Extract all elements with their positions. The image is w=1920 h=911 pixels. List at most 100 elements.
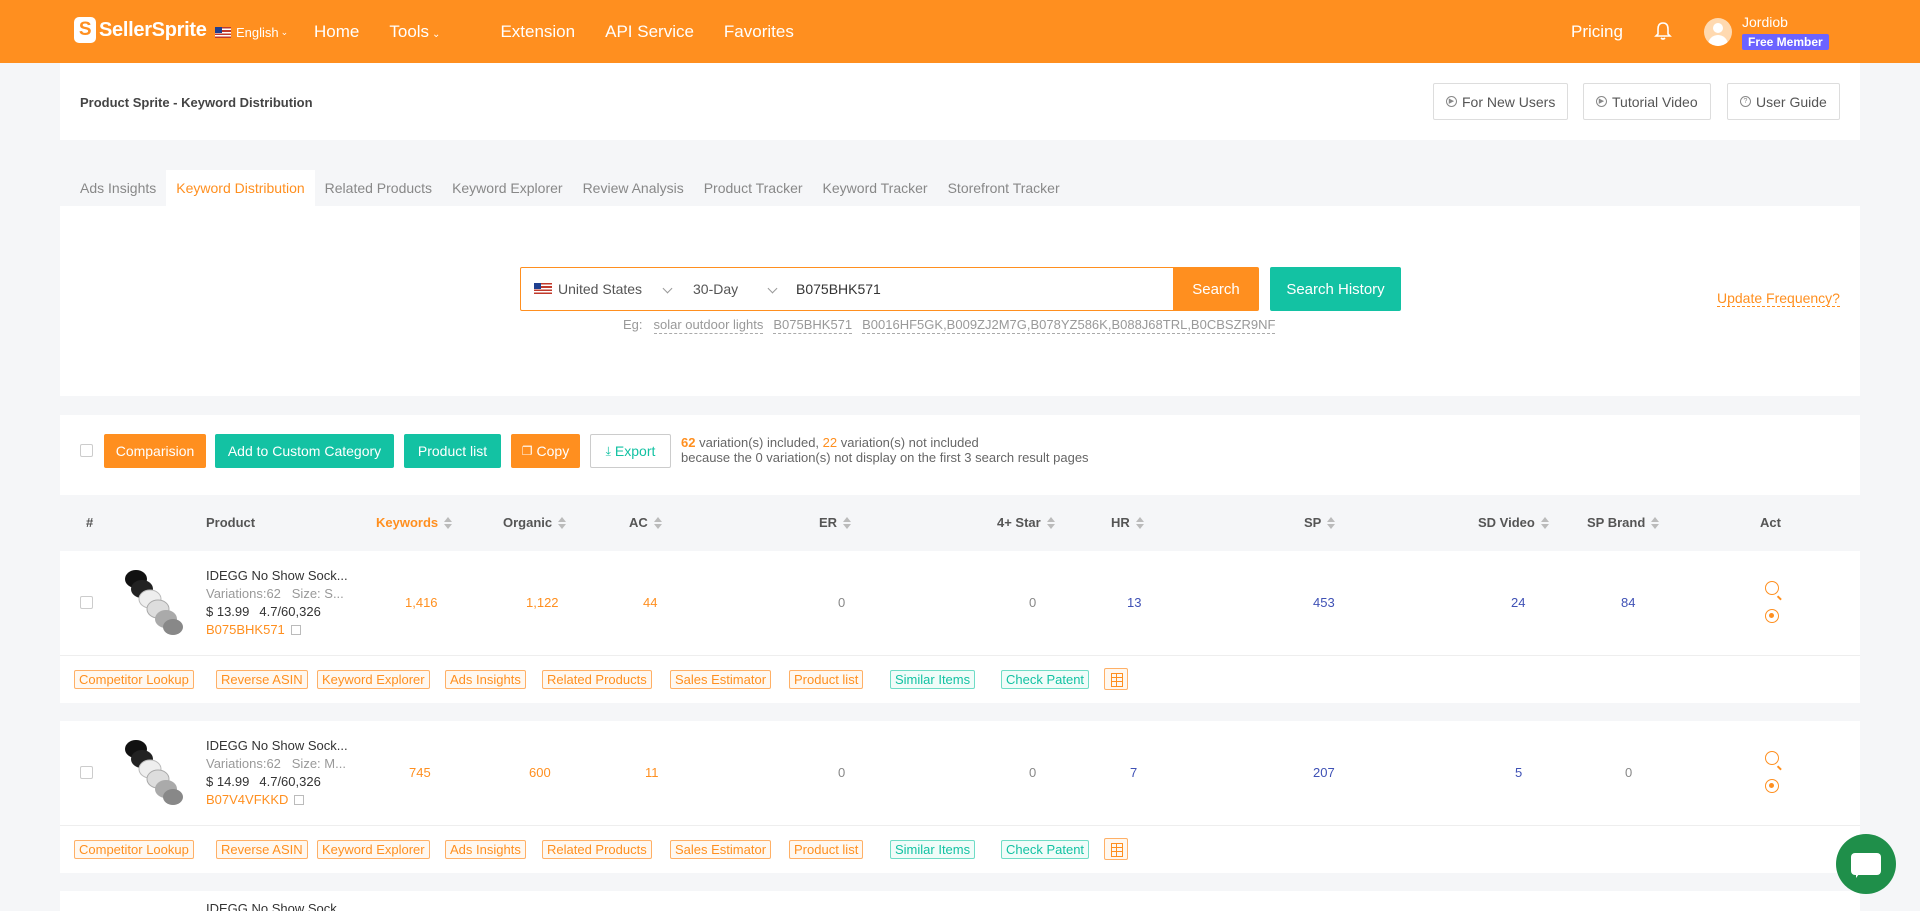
sp-value[interactable]: 453 xyxy=(1313,595,1335,610)
tab-keyword-explorer[interactable]: Keyword Explorer xyxy=(442,170,573,206)
product-asin[interactable]: B075BHK571 xyxy=(206,622,301,637)
example-asin[interactable]: B075BHK571 xyxy=(773,317,853,334)
nav-favorites[interactable]: Favorites xyxy=(724,22,794,42)
similar-items-link[interactable]: Similar Items xyxy=(890,670,976,689)
export-button[interactable]: ⤓ Export xyxy=(590,434,671,468)
col-sd-video[interactable]: SD Video xyxy=(1478,515,1549,530)
tab-keyword-distribution[interactable]: Keyword Distribution xyxy=(166,170,315,206)
search-icon[interactable] xyxy=(1765,751,1779,765)
external-link-icon[interactable] xyxy=(290,624,301,635)
period-select[interactable]: 30-Day xyxy=(681,268,786,310)
check-patent-link[interactable]: Check Patent xyxy=(1001,840,1090,859)
tab-storefront-tracker[interactable]: Storefront Tracker xyxy=(938,170,1070,206)
col-sp-brand[interactable]: SP Brand xyxy=(1587,515,1660,530)
sellersprite-logo[interactable]: S SellerSprite xyxy=(74,17,207,43)
col-er[interactable]: ER xyxy=(819,515,852,530)
asin-label: B075BHK571 xyxy=(206,622,285,637)
search-icon[interactable] xyxy=(1765,581,1779,595)
product-title[interactable]: IDEGG No Show Sock... xyxy=(206,738,348,753)
product-thumbnail[interactable] xyxy=(118,565,188,637)
reverse-asin-link[interactable]: Reverse ASIN xyxy=(216,840,308,859)
update-frequency-link[interactable]: Update Frequency? xyxy=(1717,290,1840,307)
sales-estimator-link[interactable]: Sales Estimator xyxy=(670,840,772,859)
nav-tools[interactable]: Tools ⌄ xyxy=(389,22,470,42)
add-to-custom-category-button[interactable]: Add to Custom Category xyxy=(215,434,394,468)
keywords-value[interactable]: 1,416 xyxy=(405,595,438,610)
product-title[interactable]: IDEGG No Show Sock... xyxy=(206,901,348,911)
calculator-icon[interactable] xyxy=(1104,838,1128,860)
example-keyword[interactable]: solar outdoor lights xyxy=(653,317,764,334)
sp-brand-value[interactable]: 0 xyxy=(1625,765,1632,780)
sd-video-value[interactable]: 5 xyxy=(1515,765,1522,780)
similar-items-link[interactable]: Similar Items xyxy=(890,840,976,859)
product-list-link[interactable]: Product list xyxy=(789,840,864,859)
product-title[interactable]: IDEGG No Show Sock... xyxy=(206,568,348,583)
for-new-users-button[interactable]: ▶ For New Users xyxy=(1433,83,1569,120)
chat-support-icon[interactable] xyxy=(1836,834,1896,894)
copy-button[interactable]: ❐ Copy xyxy=(511,434,580,468)
col-4-star[interactable]: 4+ Star xyxy=(997,515,1055,530)
col-organic[interactable]: Organic xyxy=(503,515,567,530)
organic-value[interactable]: 600 xyxy=(529,765,551,780)
included-text: variation(s) included, xyxy=(699,435,820,450)
hr-value[interactable]: 7 xyxy=(1130,765,1137,780)
ac-value[interactable]: 11 xyxy=(645,765,659,780)
sp-brand-value[interactable]: 84 xyxy=(1621,595,1635,610)
select-all-checkbox[interactable] xyxy=(80,444,93,457)
nav-extension[interactable]: Extension xyxy=(500,22,575,42)
language-selector[interactable]: English ⌄ xyxy=(215,25,288,40)
tab-ads-insights[interactable]: Ads Insights xyxy=(60,170,166,206)
user-guide-button[interactable]: ? User Guide xyxy=(1727,83,1840,120)
username[interactable]: Jordiob xyxy=(1742,14,1788,30)
col-hr[interactable]: HR xyxy=(1111,515,1144,530)
ac-value[interactable]: 44 xyxy=(643,595,657,610)
keyword-explorer-link[interactable]: Keyword Explorer xyxy=(317,840,430,859)
bell-icon[interactable] xyxy=(1654,21,1672,41)
sort-icon xyxy=(1327,516,1336,529)
product-list-link[interactable]: Product list xyxy=(789,670,864,689)
hr-value[interactable]: 13 xyxy=(1127,595,1141,610)
related-products-link[interactable]: Related Products xyxy=(542,840,652,859)
location-pin-icon[interactable] xyxy=(1765,609,1779,623)
col-keywords[interactable]: Keywords xyxy=(376,515,453,530)
calculator-icon[interactable] xyxy=(1104,668,1128,690)
keyword-explorer-link[interactable]: Keyword Explorer xyxy=(317,670,430,689)
check-patent-link[interactable]: Check Patent xyxy=(1001,670,1090,689)
competitor-lookup-link[interactable]: Competitor Lookup xyxy=(74,670,194,689)
example-multi-asin[interactable]: B0016HF5GK,B009ZJ2M7G,B078YZ586K,B088J68… xyxy=(862,317,1276,334)
search-button[interactable]: Search xyxy=(1173,267,1259,311)
external-link-icon[interactable] xyxy=(294,794,305,805)
product-thumbnail[interactable] xyxy=(118,735,188,807)
tab-review-analysis[interactable]: Review Analysis xyxy=(573,170,694,206)
location-pin-icon[interactable] xyxy=(1765,779,1779,793)
related-products-link[interactable]: Related Products xyxy=(542,670,652,689)
sp-value[interactable]: 207 xyxy=(1313,765,1335,780)
reverse-asin-link[interactable]: Reverse ASIN xyxy=(216,670,308,689)
tab-related-products[interactable]: Related Products xyxy=(315,170,442,206)
tab-product-tracker[interactable]: Product Tracker xyxy=(694,170,813,206)
nav-api-service[interactable]: API Service xyxy=(605,22,694,42)
nav-home[interactable]: Home xyxy=(314,22,359,42)
col-sp[interactable]: SP xyxy=(1304,515,1336,530)
avatar[interactable] xyxy=(1704,18,1732,46)
competitor-lookup-link[interactable]: Competitor Lookup xyxy=(74,840,194,859)
asin-search-input[interactable] xyxy=(786,281,1166,297)
product-list-button[interactable]: Product list xyxy=(404,434,501,468)
search-history-button[interactable]: Search History xyxy=(1270,267,1401,311)
row-checkbox[interactable] xyxy=(80,766,93,779)
country-select[interactable]: United States xyxy=(521,268,681,310)
product-asin[interactable]: B07V4VFKKD xyxy=(206,792,305,807)
row-checkbox[interactable] xyxy=(80,596,93,609)
tutorial-video-button[interactable]: ▶ Tutorial Video xyxy=(1583,83,1711,120)
ads-insights-link[interactable]: Ads Insights xyxy=(445,840,526,859)
col-ac[interactable]: AC xyxy=(629,515,662,530)
comparision-button[interactable]: Comparision xyxy=(104,434,206,468)
sales-estimator-link[interactable]: Sales Estimator xyxy=(670,670,772,689)
nav-pricing[interactable]: Pricing xyxy=(1571,22,1623,42)
organic-value[interactable]: 1,122 xyxy=(526,595,559,610)
keywords-value[interactable]: 745 xyxy=(409,765,431,780)
tab-keyword-tracker[interactable]: Keyword Tracker xyxy=(813,170,938,206)
col-organic-label: Organic xyxy=(503,515,553,530)
sd-video-value[interactable]: 24 xyxy=(1511,595,1525,610)
ads-insights-link[interactable]: Ads Insights xyxy=(445,670,526,689)
